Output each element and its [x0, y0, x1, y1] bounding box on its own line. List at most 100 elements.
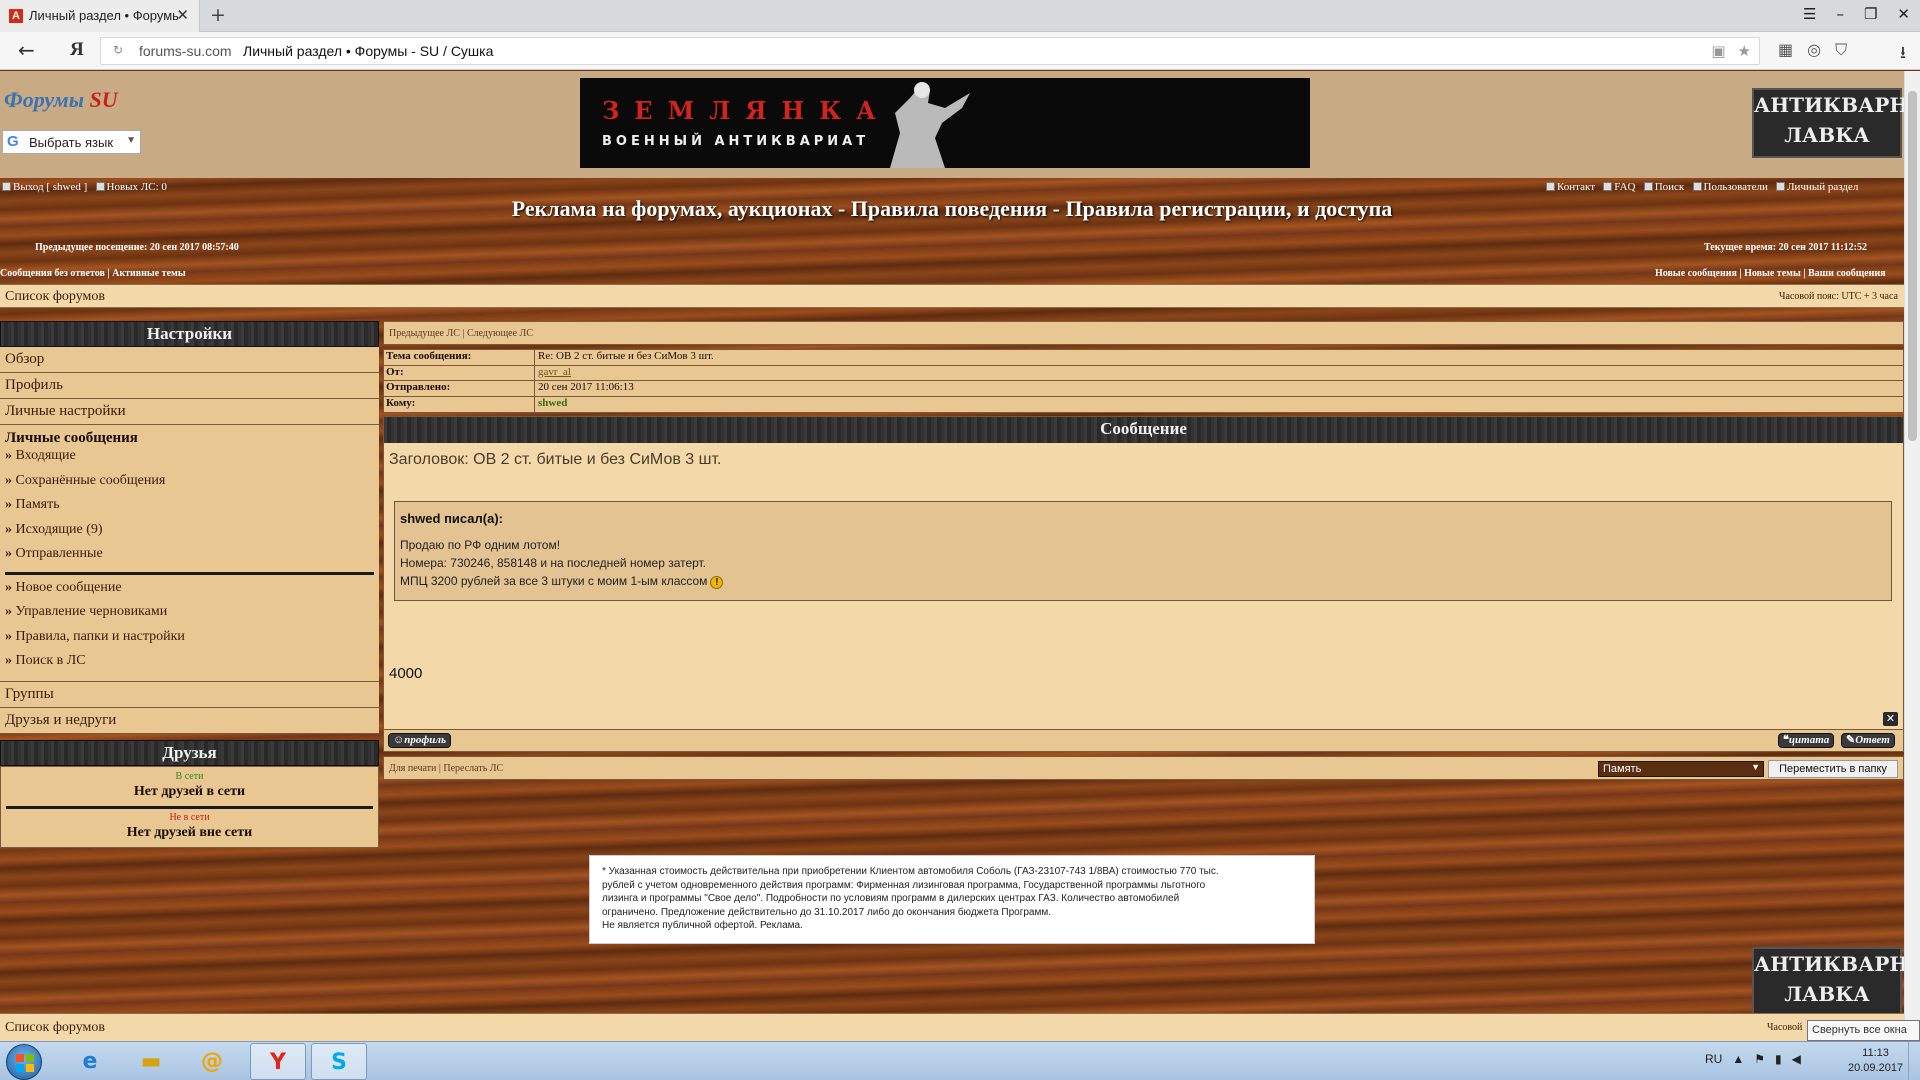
pm-link-search[interactable]: » Поиск в ЛС: [5, 652, 374, 677]
logo-text-su: SU: [89, 87, 118, 112]
antik-lavka-banner[interactable]: АНТИКВАРНАЯ ЛАВКА: [1752, 88, 1904, 158]
menu-icon[interactable]: ☰: [1803, 5, 1816, 23]
chevron-down-icon: ▼: [1751, 762, 1760, 772]
close-window-icon[interactable]: ✕: [1897, 5, 1910, 23]
breadcrumb-bar: Список форумов Часовой пояс: UTC + 3 час…: [0, 284, 1904, 308]
banner-zemlyanka[interactable]: ЗЕМЛЯНКА ВОЕННЫЙ АНТИКВАРИАТ: [580, 78, 1310, 168]
reload-icon[interactable]: ↻: [113, 43, 123, 57]
action-center-icon[interactable]: ⚑: [1754, 1052, 1765, 1066]
back-button[interactable]: ←: [18, 38, 35, 62]
new-pm-link[interactable]: Новых ЛС: 0: [107, 181, 167, 193]
sidebar-item-friends-foes[interactable]: Друзья и недруги: [0, 707, 379, 734]
network-icon[interactable]: ▮: [1775, 1052, 1782, 1066]
antik-line1: АНТИКВАРНАЯ: [1754, 93, 1904, 117]
clock-time: 11:13: [1862, 1047, 1889, 1059]
google-translate-select[interactable]: G Выбрать язык ▼: [2, 130, 141, 154]
pm-link-inbox[interactable]: » Входящие: [5, 447, 374, 472]
url-host: forums-su.com: [139, 43, 232, 59]
window-controls: ☰ – ❐ ✕: [1803, 5, 1910, 23]
clock[interactable]: 11:13 20.09.2017: [1848, 1046, 1903, 1076]
advertisement[interactable]: * Указанная стоимость действительна при …: [589, 855, 1315, 944]
pm-link-saved[interactable]: » Сохранённые сообщения: [5, 472, 374, 497]
page-scrollbar[interactable]: [1904, 71, 1920, 1041]
sidebar-item-overview[interactable]: Обзор: [0, 347, 379, 373]
report-icon[interactable]: ✕: [1883, 712, 1898, 726]
antik-lavka-banner-bottom[interactable]: АНТИКВАРНАЯ ЛАВКА: [1752, 947, 1904, 1017]
sidebar-item-preferences[interactable]: Личные настройки: [0, 399, 379, 425]
restore-icon[interactable]: ❐: [1864, 5, 1877, 23]
tray-expand-icon[interactable]: ▲: [1732, 1052, 1744, 1066]
quick-links-right[interactable]: Новые сообщения | Новые темы | Ваши сооб…: [1655, 268, 1886, 279]
to-user-link[interactable]: shwed: [535, 397, 567, 413]
language-indicator[interactable]: RU: [1705, 1052, 1722, 1066]
quote-block: shwed писал(а): Продаю по РФ одним лотом…: [394, 501, 1892, 601]
pm-link-rules[interactable]: » Правила, папки и настройки: [5, 628, 374, 653]
divider: [6, 805, 373, 809]
yandex-logo[interactable]: Я: [70, 39, 84, 61]
mail-ru-agent-icon[interactable]: @: [184, 1043, 240, 1080]
pm-link-outbox[interactable]: » Исходящие (9): [5, 521, 374, 546]
contact-link[interactable]: Контакт: [1557, 181, 1595, 193]
pm-navigation[interactable]: Предыдущее ЛС | Следующее ЛС: [383, 321, 1904, 345]
quote-button[interactable]: ❝цитата: [1778, 733, 1835, 748]
search-icon: [1643, 182, 1653, 191]
users-link[interactable]: Пользователи: [1704, 181, 1768, 193]
pm-link-memory[interactable]: » Память: [5, 496, 374, 521]
from-user-link[interactable]: gavr_al: [535, 366, 571, 381]
message-panel: Предыдущее ЛС | Следующее ЛС Тема сообще…: [383, 321, 1904, 780]
contact-icon: [1546, 182, 1555, 191]
current-time: Текущее время: 20 сен 2017 11:12:52: [1704, 242, 1867, 253]
site-title[interactable]: Реклама на форумах, аукционах - Правила …: [0, 196, 1904, 222]
message-meta-table: Тема сообщения: Re: ОВ 2 ст. битые и без…: [383, 349, 1904, 413]
show-desktop-button[interactable]: [1908, 1042, 1920, 1080]
site-logo[interactable]: Форумы SU: [4, 87, 118, 113]
internet-explorer-icon[interactable]: e: [62, 1043, 118, 1080]
site-header: Форумы SU G Выбрать язык ▼ ЗЕМЛЯНКА ВОЕН…: [0, 71, 1904, 178]
meta-from-row: От: gavr_al: [384, 365, 1903, 381]
url-field[interactable]: ↻ forums-su.com Личный раздел • Форумы -…: [100, 37, 1760, 65]
yandex-browser-icon[interactable]: Y: [250, 1043, 306, 1080]
start-button[interactable]: [6, 1044, 42, 1080]
timezone-label-bottom: Часовой: [1767, 1022, 1803, 1033]
quick-links-left[interactable]: Сообщения без ответов | Активные темы: [0, 268, 186, 279]
browser-tab-active[interactable]: A Личный раздел • Форумы - SU / Сушка ✕: [0, 0, 200, 32]
message-footer-nav: Для печати | Переслать ЛС Память ▼ Перем…: [383, 756, 1904, 780]
faq-link[interactable]: FAQ: [1614, 181, 1635, 193]
folder-select[interactable]: Память ▼: [1598, 761, 1764, 777]
message-title: Заголовок: ОВ 2 ст. битые и без СиМов 3 …: [389, 451, 722, 468]
pm-link-new[interactable]: » Новое сообщение: [5, 579, 374, 604]
web-page: Форумы SU G Выбрать язык ▼ ЗЕМЛЯНКА ВОЕН…: [0, 71, 1904, 1041]
reply-button[interactable]: ✎Ответ: [1841, 733, 1895, 748]
scrollbar-thumb[interactable]: [1908, 91, 1917, 441]
quote-line: Номера: 730246, 858148 и на последней но…: [400, 556, 707, 570]
ad-line: Не является публичной офертой. Реклама.: [602, 920, 803, 932]
sidebar-item-groups[interactable]: Группы: [0, 681, 379, 708]
personal-section-link[interactable]: Личный раздел: [1787, 181, 1858, 193]
forum-list-link-bottom[interactable]: Список форумов: [5, 1020, 105, 1036]
forum-list-link[interactable]: Список форумов: [5, 289, 105, 305]
logout-icon: [2, 182, 11, 191]
lock-icon[interactable]: ▣: [1711, 42, 1725, 60]
bookmark-star-icon[interactable]: ★: [1738, 42, 1751, 60]
sidebar-item-profile[interactable]: Профиль: [0, 373, 379, 399]
close-tab-icon[interactable]: ✕: [176, 6, 189, 24]
logout-link[interactable]: Выход [ shwed ]: [13, 181, 87, 193]
volume-icon[interactable]: ◀: [1792, 1052, 1801, 1066]
search-link[interactable]: Поиск: [1655, 181, 1685, 193]
skype-icon[interactable]: S: [311, 1043, 367, 1080]
profile-button[interactable]: ☺профиль: [388, 733, 452, 748]
move-to-folder-button[interactable]: Переместить в папку: [1768, 760, 1898, 778]
new-tab-button[interactable]: +: [210, 4, 226, 26]
sync-icon[interactable]: ◎: [1807, 40, 1821, 60]
pm-link-sent[interactable]: » Отправленные: [5, 545, 374, 570]
file-explorer-icon[interactable]: ▬: [123, 1043, 179, 1080]
print-forward-links[interactable]: Для печати | Переслать ЛС: [389, 763, 503, 774]
message-actions: ☺профиль ❝цитата ✎Ответ: [383, 730, 1904, 752]
extension-icon[interactable]: ▦: [1778, 40, 1793, 60]
exclamation-smiley-icon: !: [710, 576, 724, 589]
minimize-icon[interactable]: –: [1836, 5, 1844, 23]
download-icon[interactable]: ⭳: [1900, 40, 1906, 69]
pm-link-drafts[interactable]: » Управление черновиками: [5, 603, 374, 628]
shield-icon[interactable]: ⛉: [1835, 40, 1847, 60]
banner-title: ЗЕМЛЯНКА: [602, 96, 891, 125]
